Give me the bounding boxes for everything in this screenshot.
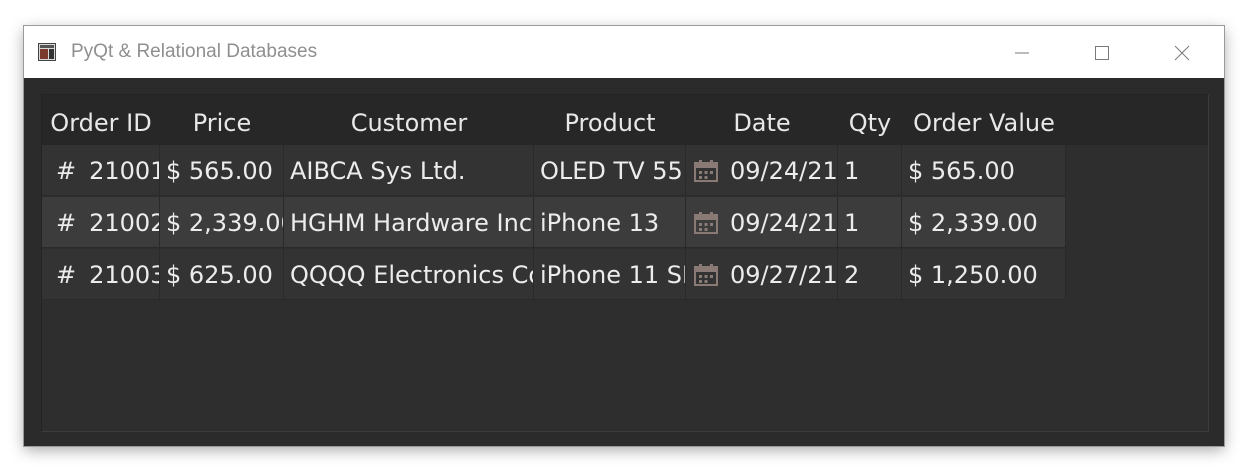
product-cell[interactable]: iPhone 13	[534, 197, 686, 248]
date-value: 09/27/21	[730, 261, 838, 289]
date-cell[interactable]: 09/24/21	[686, 145, 838, 196]
hash-symbol: #	[56, 157, 77, 185]
header-qty[interactable]: Qty	[838, 95, 902, 145]
title-bar[interactable]: PyQt & Relational Databases	[24, 26, 1224, 78]
header-customer[interactable]: Customer	[284, 95, 534, 145]
table-header: Order ID Price Customer Product Date Qty…	[42, 95, 1208, 145]
app-window-icon	[38, 43, 56, 61]
main-window: PyQt & Relational Databases Order ID Pri…	[24, 26, 1224, 446]
calendar-icon	[694, 264, 718, 286]
maximize-button[interactable]	[1062, 26, 1142, 78]
order-id-value: 21002	[89, 209, 160, 237]
orders-table[interactable]: Order ID Price Customer Product Date Qty…	[41, 94, 1209, 432]
minimize-icon	[1015, 52, 1029, 54]
price-cell[interactable]: $ 565.00	[160, 145, 284, 196]
table-row[interactable]: #21002 $ 2,339.00 HGHM Hardware Inc. iPh…	[42, 197, 1066, 249]
table-row[interactable]: #21003 $ 625.00 QQQQ Electronics Co. iPh…	[42, 249, 1066, 301]
hash-symbol: #	[56, 261, 77, 289]
product-cell[interactable]: OLED TV 55"	[534, 145, 686, 196]
customer-cell[interactable]: AIBCA Sys Ltd.	[284, 145, 534, 196]
maximize-icon	[1095, 46, 1109, 60]
header-order-id[interactable]: Order ID	[42, 95, 160, 145]
customer-cell[interactable]: QQQQ Electronics Co.	[284, 249, 534, 300]
date-value: 09/24/21	[730, 209, 838, 237]
minimize-button[interactable]	[982, 26, 1062, 78]
date-value: 09/24/21	[730, 157, 838, 185]
order-value-cell[interactable]: $ 1,250.00	[902, 249, 1066, 300]
order-value-cell[interactable]: $ 2,339.00	[902, 197, 1066, 248]
header-date[interactable]: Date	[686, 95, 838, 145]
order-id-cell[interactable]: #21003	[42, 249, 160, 300]
qty-cell[interactable]: 1	[838, 197, 902, 248]
close-button[interactable]	[1142, 26, 1222, 78]
order-id-value: 21003	[89, 261, 160, 289]
order-id-cell[interactable]: #21002	[42, 197, 160, 248]
header-price[interactable]: Price	[160, 95, 284, 145]
header-order-value[interactable]: Order Value	[902, 95, 1066, 145]
price-cell[interactable]: $ 2,339.00	[160, 197, 284, 248]
table-empty-area[interactable]	[42, 303, 1208, 431]
qty-cell[interactable]: 1	[838, 145, 902, 196]
product-cell[interactable]: iPhone 11 SE	[534, 249, 686, 300]
calendar-icon	[694, 160, 718, 182]
order-value-cell[interactable]: $ 565.00	[902, 145, 1066, 196]
hash-symbol: #	[56, 209, 77, 237]
date-cell[interactable]: 09/24/21	[686, 197, 838, 248]
close-icon	[1174, 45, 1190, 61]
table-row[interactable]: #21001 $ 565.00 AIBCA Sys Ltd. OLED TV 5…	[42, 145, 1066, 197]
calendar-icon	[694, 212, 718, 234]
header-product[interactable]: Product	[534, 95, 686, 145]
date-cell[interactable]: 09/27/21	[686, 249, 838, 300]
order-id-cell[interactable]: #21001	[42, 145, 160, 196]
price-cell[interactable]: $ 625.00	[160, 249, 284, 300]
customer-cell[interactable]: HGHM Hardware Inc.	[284, 197, 534, 248]
order-id-value: 21001	[89, 157, 160, 185]
window-title: PyQt & Relational Databases	[71, 41, 318, 62]
qty-cell[interactable]: 2	[838, 249, 902, 300]
